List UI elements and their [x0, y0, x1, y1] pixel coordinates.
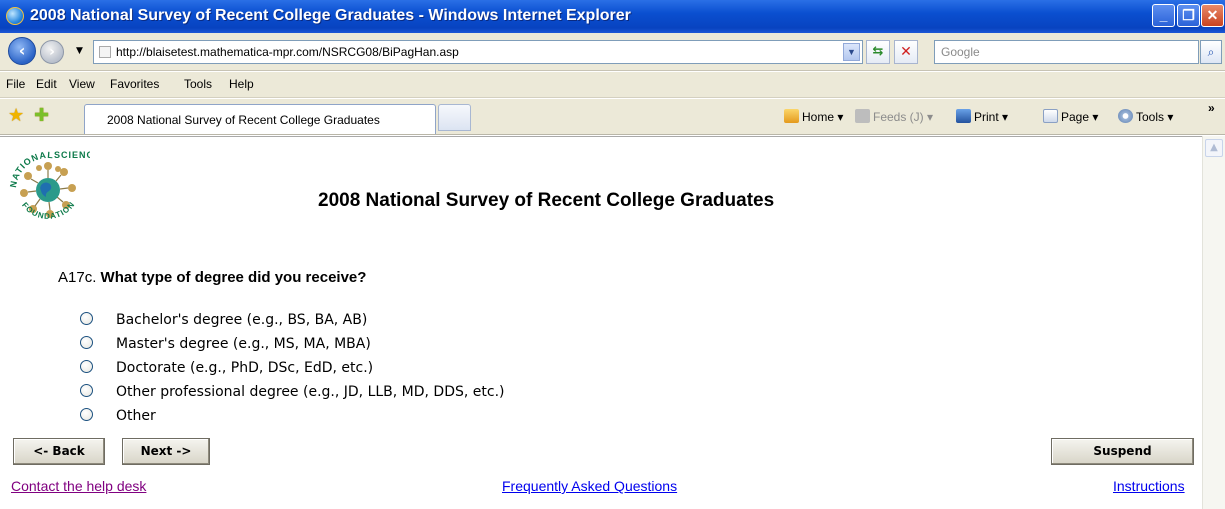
menu-tools[interactable]: Tools: [184, 77, 212, 91]
back-button[interactable]: <- Back: [13, 438, 105, 465]
option-doctorate[interactable]: Doctorate (e.g., PhD, DSc, EdD, etc.): [80, 360, 373, 376]
feeds-button[interactable]: Feeds (J) ▾: [855, 109, 933, 124]
window-title-bar[interactable]: 2008 National Survey of Recent College G…: [0, 0, 1225, 33]
seal-text-right: SCIENCE: [54, 150, 90, 160]
next-button[interactable]: Next ->: [122, 438, 210, 465]
page-title: 2008 National Survey of Recent College G…: [318, 190, 775, 211]
page-menu-button[interactable]: Page ▾: [1043, 109, 1098, 124]
close-button[interactable]: ✕: [1201, 4, 1224, 27]
vertical-scrollbar[interactable]: ▲: [1202, 136, 1225, 509]
toolbar-overflow-icon[interactable]: »: [1208, 101, 1215, 115]
print-button[interactable]: Print ▾: [956, 109, 1008, 124]
option-label: Master's degree (e.g., MS, MA, MBA): [116, 336, 371, 352]
option-label: Bachelor's degree (e.g., BS, BA, AB): [116, 312, 368, 328]
menu-file[interactable]: File: [6, 77, 25, 91]
radio-masters[interactable]: [80, 336, 93, 349]
search-input[interactable]: Google: [934, 40, 1199, 64]
address-toolbar: ‹ › ▼ http://blaisetest.mathematica-mpr.…: [0, 33, 1225, 71]
faq-link[interactable]: Frequently Asked Questions: [502, 478, 677, 494]
radio-doctorate[interactable]: [80, 360, 93, 373]
history-dropdown-icon[interactable]: ▼: [76, 46, 83, 56]
nsf-seal-logo: NATIONAL SCIENCE FOUNDATION: [8, 150, 90, 230]
url-text: http://blaisetest.mathematica-mpr.com/NS…: [116, 45, 459, 59]
menu-help[interactable]: Help: [229, 77, 254, 91]
question-text: What type of degree did you receive?: [100, 269, 367, 286]
feeds-icon: [855, 109, 870, 123]
stop-icon: ✕: [900, 44, 912, 60]
scroll-up-icon[interactable]: ▲: [1205, 139, 1223, 157]
help-desk-link[interactable]: Contact the help desk: [11, 478, 146, 494]
forward-nav-button[interactable]: ›: [40, 40, 64, 64]
back-nav-button[interactable]: ‹: [8, 37, 36, 65]
question: A17c. What type of degree did you receiv…: [58, 269, 366, 286]
menu-edit[interactable]: Edit: [36, 77, 57, 91]
search-icon: ⌕: [1207, 45, 1215, 59]
page-icon: [99, 46, 111, 58]
tab-label: 2008 National Survey of Recent College G…: [107, 113, 380, 127]
suspend-button[interactable]: Suspend: [1051, 438, 1194, 465]
window-title: 2008 National Survey of Recent College G…: [30, 7, 631, 24]
minimize-button[interactable]: _: [1152, 4, 1175, 27]
back-arrow-icon: ‹: [18, 41, 26, 60]
radio-bachelors[interactable]: [80, 312, 93, 325]
search-button[interactable]: ⌕: [1200, 40, 1222, 64]
option-bachelors[interactable]: Bachelor's degree (e.g., BS, BA, AB): [80, 312, 367, 328]
tools-menu-button[interactable]: Tools ▾: [1118, 109, 1173, 124]
refresh-button[interactable]: ⇆: [866, 40, 890, 64]
option-other-professional[interactable]: Other professional degree (e.g., JD, LLB…: [80, 384, 505, 400]
tab-active[interactable]: 2008 National Survey of Recent College G…: [84, 104, 436, 134]
option-label: Other: [116, 408, 156, 424]
instructions-link[interactable]: Instructions: [1113, 478, 1185, 494]
new-tab-button[interactable]: [438, 104, 471, 131]
svg-text:SCIENCE: SCIENCE: [54, 150, 90, 160]
option-label: Doctorate (e.g., PhD, DSc, EdD, etc.): [116, 360, 374, 376]
tab-toolbar: ★ ✚ 2008 National Survey of Recent Colle…: [0, 99, 1225, 135]
favorites-star-icon[interactable]: ★: [8, 105, 24, 126]
add-favorite-icon[interactable]: ✚: [34, 105, 49, 126]
question-id: A17c.: [58, 269, 97, 286]
home-button[interactable]: Home ▾: [784, 109, 843, 124]
menu-bar: File Edit View Favorites Tools Help: [0, 72, 1225, 98]
refresh-icon: ⇆: [872, 44, 884, 59]
print-icon: [956, 109, 971, 123]
option-other[interactable]: Other: [80, 408, 156, 424]
forward-arrow-icon: ›: [49, 44, 55, 60]
menu-favorites[interactable]: Favorites: [110, 77, 159, 91]
option-masters[interactable]: Master's degree (e.g., MS, MA, MBA): [80, 336, 371, 352]
menu-view[interactable]: View: [69, 77, 95, 91]
radio-other-professional[interactable]: [80, 384, 93, 397]
internet-explorer-icon: [6, 7, 24, 25]
url-field[interactable]: http://blaisetest.mathematica-mpr.com/NS…: [93, 40, 863, 64]
radio-other[interactable]: [80, 408, 93, 421]
stop-button[interactable]: ✕: [894, 40, 918, 64]
option-label: Other professional degree (e.g., JD, LLB…: [116, 384, 505, 400]
home-icon: [784, 109, 799, 123]
page-icon: [1043, 109, 1058, 123]
url-dropdown-icon[interactable]: ▼: [843, 43, 860, 61]
gear-icon: [1118, 109, 1133, 123]
restore-button[interactable]: ❐: [1177, 4, 1200, 27]
